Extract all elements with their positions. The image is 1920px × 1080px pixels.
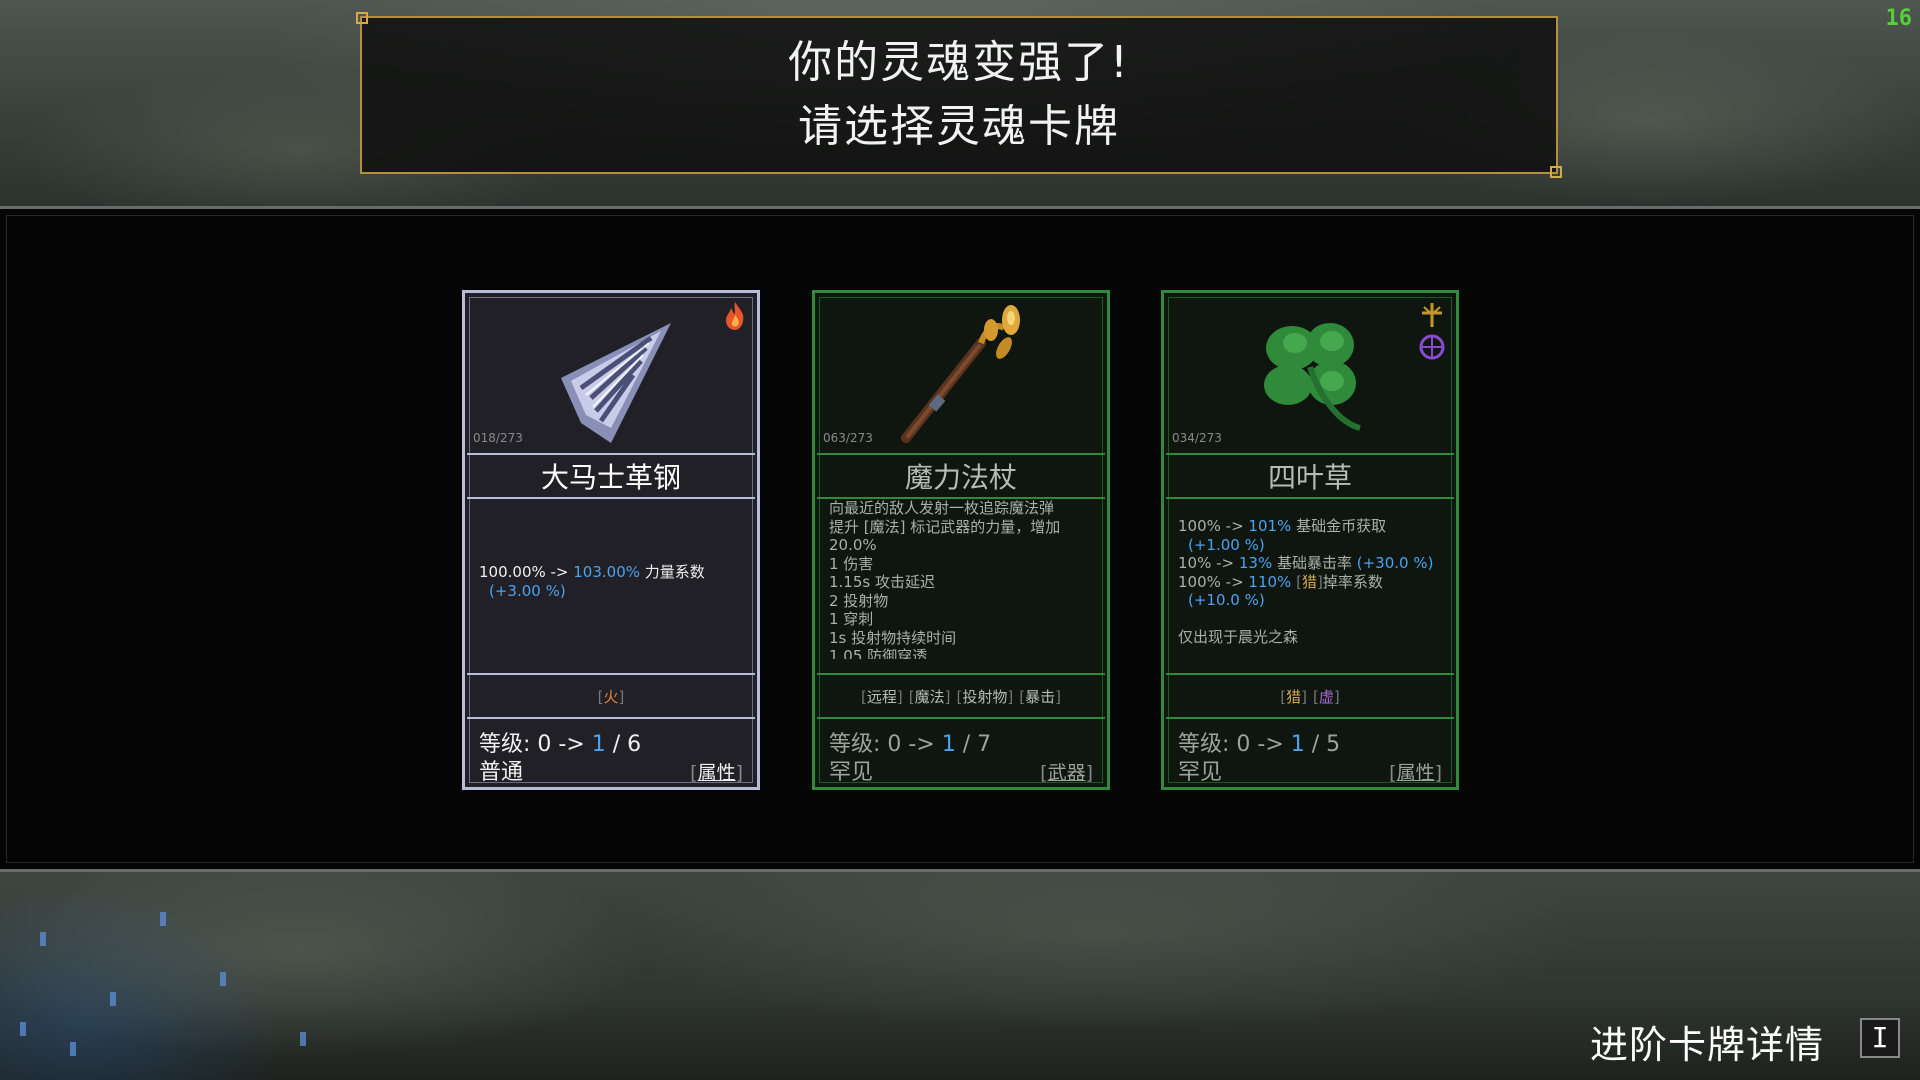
sparkle [300,1032,306,1046]
fire-icon [726,302,744,330]
magic-staff-icon [901,305,1020,443]
attribute-link[interactable]: 属性 [690,758,743,785]
stat-line: 100% -> 110% 猎掉率系数 [1178,573,1442,592]
soul-card-damascus-steel[interactable]: 018/273 大马士革钢 100.00% -> 103.00% 力量系数 (+… [462,290,760,790]
card-description: 100% -> 101% 基础金币获取 (+1.00 %) 10% -> 13%… [1178,499,1442,659]
tag-ranged: 远程 [861,686,903,707]
card-art [1164,293,1456,453]
banner-title: 你的灵魂变强了! [788,37,1130,88]
four-leaf-clover-icon [1264,323,1361,431]
stat-line: 10% -> 13% 基础暴击率 (+30.0 %) [1178,554,1434,572]
desc-line: 2 投射物 [829,591,889,610]
sparkle [220,972,226,986]
card-art [815,293,1107,453]
card-rarity: 普通 [479,760,524,785]
tag-crit: 暴击 [1019,686,1061,707]
desc-line: 1 伤害 [829,554,874,573]
card-rarity: 罕见 [829,760,874,785]
sparkle [160,912,166,926]
level-up-banner: 你的灵魂变强了! 请选择灵魂卡牌 [356,12,1562,178]
stat-bonus: (+10.0 %) [1188,591,1265,609]
tag-fire: 火 [598,686,625,707]
sparkle [40,932,46,946]
weapon-link[interactable]: 武器 [1040,758,1093,785]
desc-line: 1.05 防御穿透 [829,647,928,659]
card-number: 018/273 [473,431,523,445]
tag-magic: 魔法 [909,686,951,707]
bow-icon [1422,303,1442,327]
card-tags: 远程 魔法 投射物 暴击 [817,673,1105,719]
element-icons [1418,301,1446,361]
crosshair-icon [1419,334,1445,360]
sparkle [20,1022,26,1036]
sparkle [110,992,116,1006]
soul-card-four-leaf-clover[interactable]: 034/273 四叶草 100% -> 101% 基础金币获取 (+1.00 %… [1161,290,1459,790]
desc-line: 1 穿刺 [829,610,874,628]
card-tags: 猎 虚 [1166,673,1454,719]
card-tags: 火 [467,673,755,719]
stat-bonus: (+3.00 %) [489,581,566,600]
stat-bonus: (+1.00 %) [1188,535,1265,554]
desc-line: 1.15s 攻击延迟 [829,573,935,591]
element-icons [723,301,747,331]
card-number: 034/273 [1172,431,1222,445]
fps-counter: 16 [1885,6,1913,31]
desc-line: 1s 投射物持续时间 [829,628,957,647]
damascus-steel-icon [561,323,671,443]
card-description: 100.00% -> 103.00% 力量系数 (+3.00 %) [479,499,743,659]
card-number: 063/273 [823,431,873,445]
attribute-link[interactable]: 属性 [1389,758,1442,785]
stat-line: 100% -> 101% 基础金币获取 [1178,517,1387,535]
desc-line: 20.0% [829,536,877,554]
desc-line: 向最近的敌人发射一枚追踪魔法弹 [829,499,1055,517]
soul-card-magic-staff[interactable]: 063/273 魔力法杖 向最近的敌人发射一枚追踪魔法弹 提升 [魔法] 标记武… [812,290,1110,790]
tag-void: 虚 [1313,686,1340,707]
card-name: 大马士革钢 [467,453,755,499]
tag-hunt: 猎 [1280,686,1307,707]
desc-line: 提升 [魔法] 标记武器的力量，增加 [829,517,1061,536]
card-note: 仅出现于晨光之森 [1178,627,1299,646]
card-name: 四叶草 [1166,453,1454,499]
card-name: 魔力法杖 [817,453,1105,499]
stat-line: 100.00% -> 103.00% 力量系数 [479,563,705,581]
card-rarity: 罕见 [1178,760,1223,785]
tag-projectile: 投射物 [957,686,1014,707]
sparkle [70,1042,76,1056]
advanced-card-details-label[interactable]: 进阶卡牌详情 [1590,1014,1824,1069]
hotkey-i-button[interactable]: I [1860,1018,1900,1058]
card-description: 向最近的敌人发射一枚追踪魔法弹 提升 [魔法] 标记武器的力量，增加 20.0%… [829,499,1093,659]
banner-subtitle: 请选择灵魂卡牌 [798,101,1120,152]
card-art [465,293,757,453]
